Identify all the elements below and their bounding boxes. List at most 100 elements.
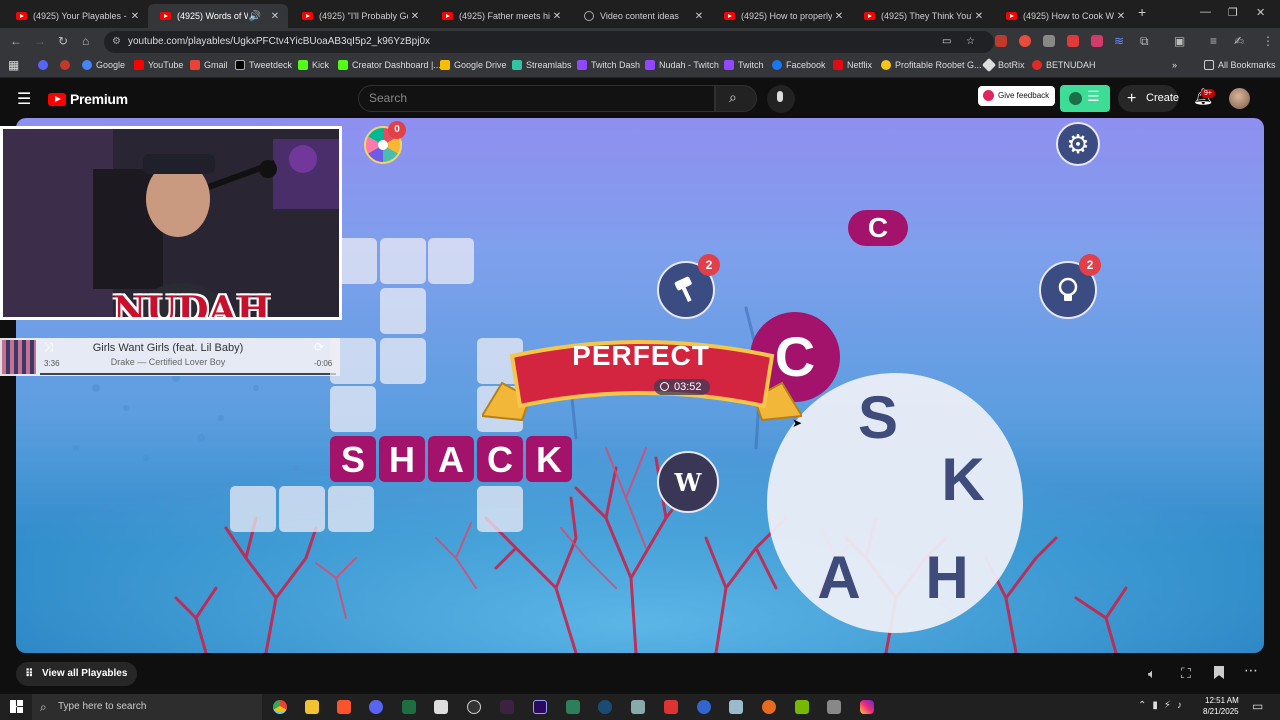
shuffle-logo-button[interactable]: W bbox=[657, 451, 719, 513]
hamburger-menu-icon[interactable]: ☰ bbox=[17, 89, 31, 109]
bookmark-streamlabs[interactable]: Streamlabs bbox=[512, 60, 572, 70]
site-info-icon[interactable]: ⚙ bbox=[112, 31, 121, 53]
taskbar-excel-icon[interactable] bbox=[402, 700, 416, 714]
close-tab-icon[interactable]: ✕ bbox=[408, 11, 422, 22]
taskbar-premiere-icon[interactable] bbox=[533, 700, 547, 714]
taskbar-app-icon[interactable] bbox=[860, 700, 874, 714]
bookmark-google[interactable]: Google bbox=[82, 60, 125, 70]
bookmark-betnudah[interactable]: BETNUDAH bbox=[1032, 60, 1096, 70]
browser-tab[interactable]: (4925) They Think You're S✕ bbox=[852, 4, 992, 28]
close-window-button[interactable]: ✕ bbox=[1256, 6, 1265, 19]
taskbar-app-icon[interactable] bbox=[729, 700, 743, 714]
taskbar-app-icon[interactable] bbox=[762, 700, 776, 714]
save-bookmark-icon[interactable] bbox=[1214, 666, 1224, 679]
bookmark-facebook[interactable]: Facebook bbox=[772, 60, 826, 70]
extension-icon[interactable] bbox=[1091, 35, 1103, 47]
browser-tab[interactable]: (4925) How to Cook With ✕ bbox=[994, 4, 1134, 28]
bookmark-netflix[interactable]: Netflix bbox=[833, 60, 872, 70]
bookmark-kick[interactable]: Kick bbox=[298, 60, 329, 70]
taskbar-brave-icon[interactable] bbox=[337, 700, 351, 714]
taskbar-obs-icon[interactable] bbox=[467, 700, 481, 714]
close-tab-icon[interactable]: ✕ bbox=[832, 11, 846, 22]
more-options-icon[interactable]: ⋯ bbox=[1244, 662, 1258, 679]
bookmark-tweetdeck[interactable]: Tweetdeck bbox=[235, 60, 292, 70]
voice-search-button[interactable] bbox=[767, 85, 795, 113]
extension-icon[interactable] bbox=[1067, 35, 1079, 47]
taskbar-chrome-icon[interactable] bbox=[273, 700, 287, 714]
taskbar-notepad-icon[interactable] bbox=[434, 700, 448, 714]
close-tab-icon[interactable]: ✕ bbox=[972, 11, 986, 22]
browser-tab-active[interactable]: (4925) Words of Wond🔊 ✕ bbox=[148, 4, 288, 28]
windows-start-icon[interactable] bbox=[10, 700, 23, 713]
taskbar-app-icon[interactable] bbox=[697, 700, 711, 714]
clock-date[interactable]: 8/21/2025 bbox=[1203, 707, 1239, 716]
browser-tab[interactable]: (4925) How to properly cu✕ bbox=[712, 4, 852, 28]
close-tab-icon[interactable]: ✕ bbox=[692, 11, 706, 22]
settings-button[interactable]: ⚙ bbox=[1056, 122, 1100, 166]
bookmark-gmail[interactable]: Gmail bbox=[190, 60, 228, 70]
repeat-icon[interactable]: ⟳ bbox=[314, 340, 324, 354]
apps-grid-icon[interactable]: ▦ bbox=[8, 58, 19, 72]
chevron-right-icon[interactable]: » bbox=[1172, 60, 1177, 70]
taskbar-calculator-icon[interactable] bbox=[827, 700, 841, 714]
bookmark-roobet[interactable]: Profitable Roobet G... bbox=[881, 60, 982, 70]
bookmark-google-drive[interactable]: Google Drive bbox=[440, 60, 507, 70]
all-bookmarks[interactable]: All Bookmarks bbox=[1204, 60, 1276, 70]
fullscreen-icon[interactable]: ⛶ bbox=[1181, 665, 1191, 682]
menu-icon[interactable]: ⋮ bbox=[1262, 34, 1274, 48]
url-field[interactable]: ⚙ youtube.com/playables/UgkxPFCtv4YicBUo… bbox=[104, 31, 994, 53]
taskbar-app-icon[interactable] bbox=[664, 700, 678, 714]
puzzle-extensions-icon[interactable]: ⧉ bbox=[1140, 34, 1149, 49]
cast-icon[interactable]: ▭ bbox=[942, 31, 951, 53]
profile-signature-icon[interactable]: ✍ bbox=[1234, 34, 1244, 48]
close-tab-icon[interactable]: ✕ bbox=[1114, 11, 1128, 22]
reload-icon[interactable]: ↻ bbox=[58, 34, 68, 48]
bookmark-nudah-twitch[interactable]: Nudah - Twitch bbox=[645, 60, 719, 70]
taskbar-app-icon[interactable] bbox=[631, 700, 645, 714]
search-button[interactable]: ⌕ bbox=[715, 85, 757, 112]
bookmark-twitch-dash[interactable]: Twitch Dash bbox=[577, 60, 640, 70]
new-tab-button[interactable]: + bbox=[1138, 4, 1146, 20]
close-tab-icon[interactable]: ✕ bbox=[268, 11, 282, 22]
taskbar-file-explorer-icon[interactable] bbox=[305, 700, 319, 714]
browser-tab[interactable]: (4925) "I'll Probably Get P✕ bbox=[290, 4, 428, 28]
wheel-letter[interactable]: K bbox=[933, 445, 993, 514]
bookmark-botrix[interactable]: BotRix bbox=[981, 57, 1025, 73]
browser-tab[interactable]: (4925) Your Playables - Yo✕ bbox=[4, 4, 148, 28]
create-button[interactable]: + Create bbox=[1118, 85, 1179, 112]
reading-list-icon[interactable]: ≡ bbox=[1210, 34, 1217, 48]
wheel-letter[interactable]: H bbox=[917, 543, 977, 612]
youtube-logo[interactable]: Premium bbox=[48, 91, 128, 107]
speaker-icon[interactable]: 🔊 bbox=[248, 11, 262, 22]
letter-wheel[interactable]: S K H A bbox=[767, 373, 1023, 633]
notification-center-icon[interactable]: ▭ bbox=[1252, 699, 1263, 713]
adblock-extension-icon[interactable] bbox=[995, 35, 1007, 47]
bookmark-twitch[interactable]: Twitch bbox=[724, 60, 764, 70]
forward-icon[interactable]: → bbox=[34, 34, 46, 48]
taskbar-search-box[interactable]: ⌕ Type here to search bbox=[32, 694, 262, 720]
bookmark-youtube[interactable]: YouTube bbox=[134, 60, 183, 70]
view-all-playables-button[interactable]: ⠿ View all Playables bbox=[16, 662, 138, 686]
extension-icon[interactable]: ≋ bbox=[1114, 34, 1124, 48]
give-feedback-button[interactable]: Give feedback bbox=[978, 86, 1056, 106]
system-tray-icons[interactable]: ⌃▮⚡♪ bbox=[1138, 700, 1188, 711]
home-icon[interactable]: ⌂ bbox=[82, 34, 89, 48]
minimize-button[interactable]: — bbox=[1200, 6, 1211, 18]
bookmark-red-icon[interactable] bbox=[60, 60, 74, 70]
bookmark-star-icon[interactable]: ☆ bbox=[966, 31, 975, 53]
taskbar-app-icon[interactable] bbox=[500, 700, 514, 714]
sidebar-icon[interactable]: ▣ bbox=[1174, 34, 1185, 48]
game-menu-button[interactable]: ☰ bbox=[1060, 85, 1110, 112]
taskbar-steam-icon[interactable] bbox=[598, 700, 612, 714]
taskbar-nvidia-icon[interactable] bbox=[795, 700, 809, 714]
close-tab-icon[interactable]: ✕ bbox=[128, 11, 142, 22]
volume-icon[interactable]: 🔈︎ bbox=[1148, 666, 1156, 682]
avatar[interactable] bbox=[1229, 88, 1250, 109]
taskbar-discord-icon[interactable] bbox=[369, 700, 383, 714]
back-icon[interactable]: ← bbox=[10, 34, 22, 48]
restore-button[interactable]: ❐ bbox=[1228, 6, 1238, 19]
bookmark-creator-dashboard[interactable]: Creator Dashboard |... bbox=[338, 60, 441, 70]
wheel-letter[interactable]: S bbox=[848, 383, 908, 452]
clock-time[interactable]: 12:51 AM bbox=[1205, 696, 1239, 705]
browser-tab[interactable]: (4925) Father meets his ch✕ bbox=[430, 4, 570, 28]
